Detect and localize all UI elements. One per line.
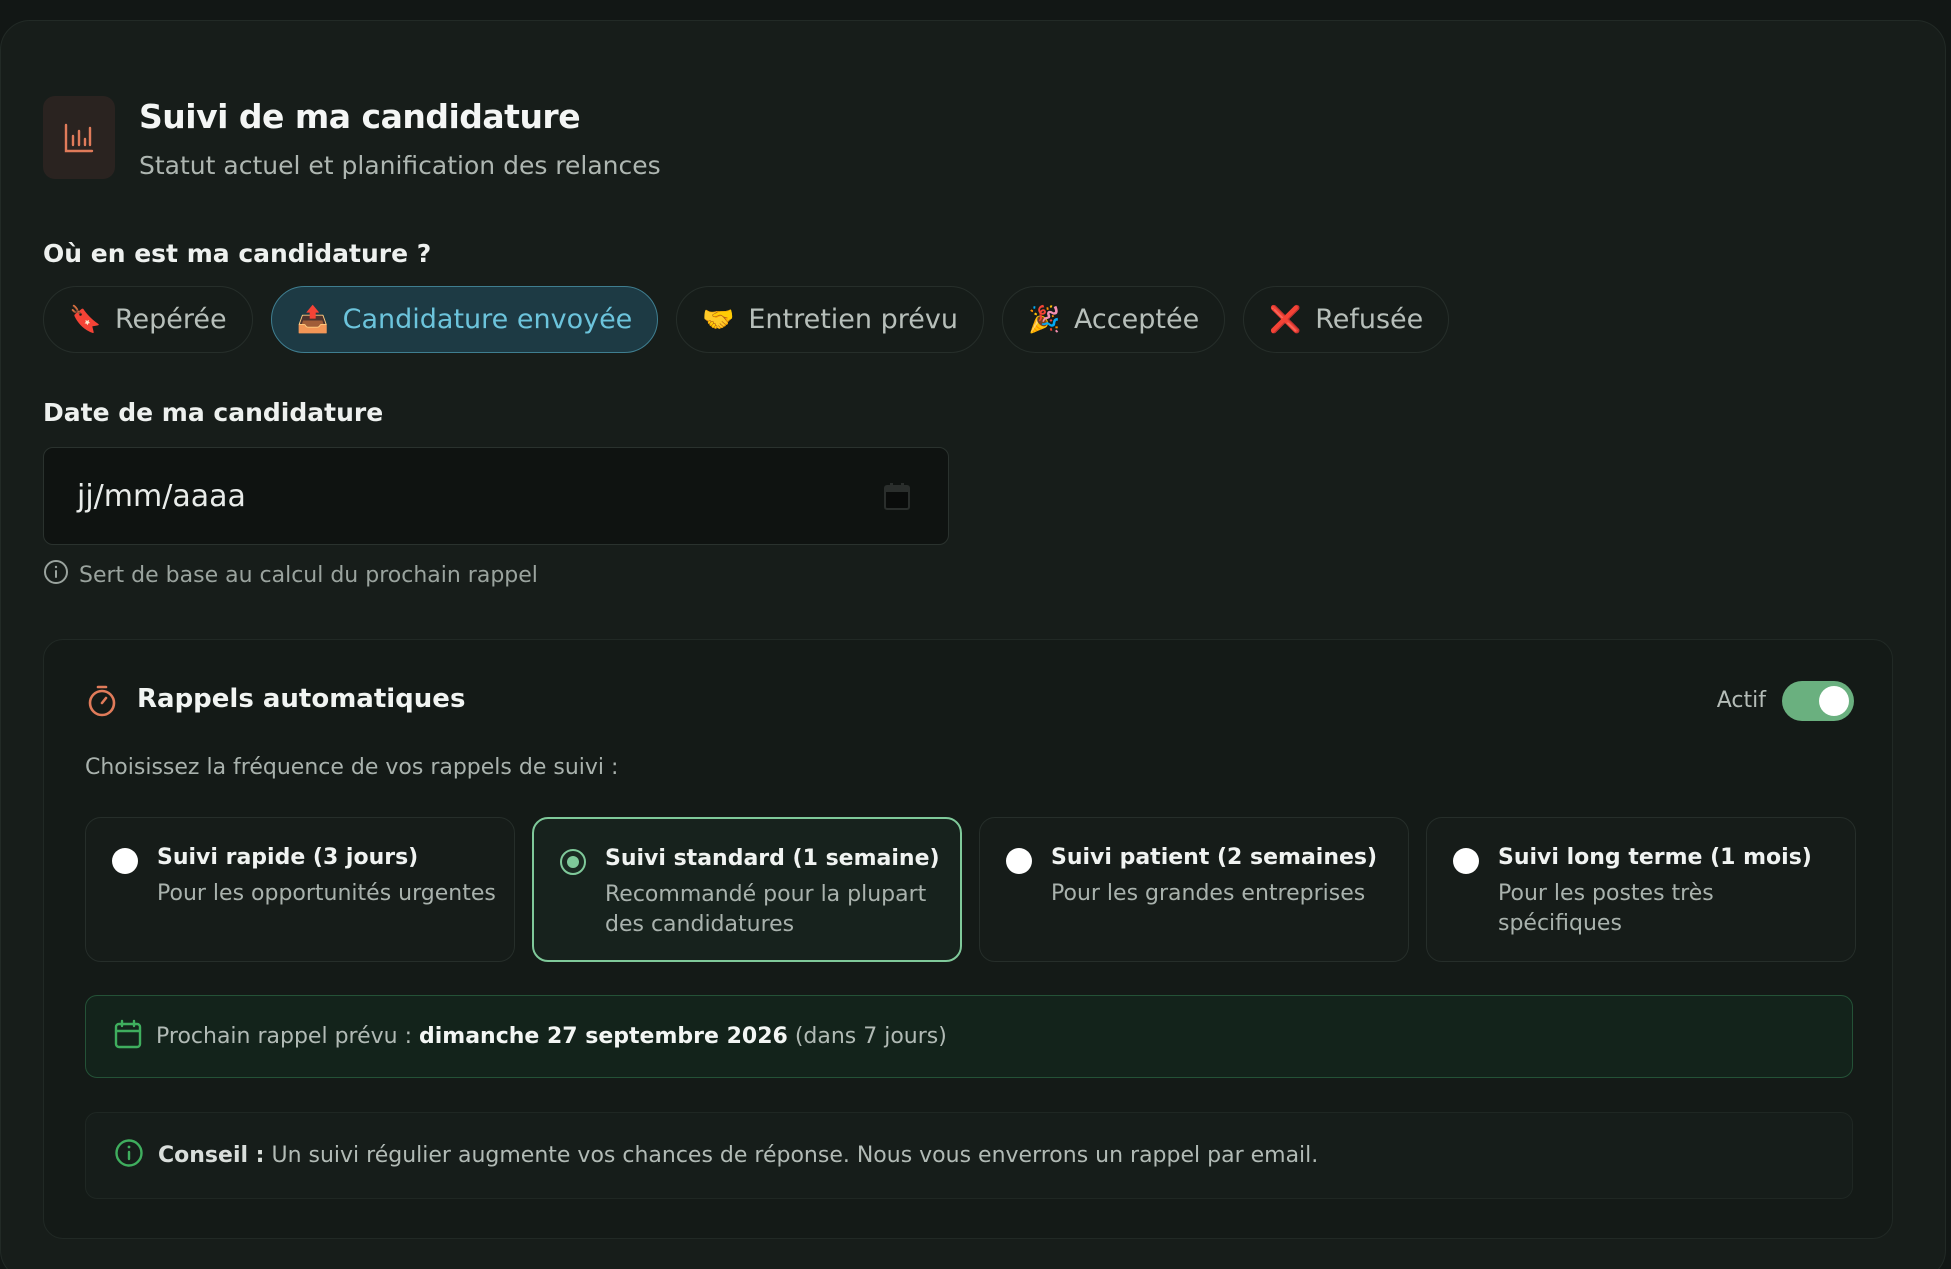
next-reminder-suffix: (dans 7 jours) [794,1024,947,1049]
handshake-icon: 🤝 [702,304,735,335]
reminders-toggle[interactable] [1782,681,1854,721]
radio-button-selected[interactable] [560,849,586,875]
page-subtitle: Statut actuel et planification des relan… [139,151,661,180]
option-title: Suivi patient (2 semaines) [1051,845,1378,870]
date-placeholder: jj/mm/aaaa [77,478,246,514]
status-chip-label: Candidature envoyée [342,304,633,335]
tip-label: Conseil : [158,1143,265,1168]
frequency-option-standard[interactable]: Suivi standard (1 semaine) Recommandé po… [532,817,962,962]
option-description: Pour les postes très spécifiques [1498,881,1714,936]
calendar-icon [114,1019,142,1055]
status-chip-label: Acceptée [1073,304,1200,335]
tip-text: Un suivi régulier augmente vos chances d… [271,1143,1319,1168]
frequency-label: Choisissez la fréquence de vos rappels d… [85,755,619,780]
frequency-options: Suivi rapide (3 jours) Pour les opportun… [85,817,1856,962]
date-field[interactable]: jj/mm/aaaa [43,447,949,545]
status-chip-label: Repérée [115,304,227,335]
status-chip-candidature-envoyee[interactable]: 📤 Candidature envoyée [270,286,659,353]
calendar-icon[interactable] [884,482,910,518]
frequency-option-long-terme[interactable]: Suivi long terme (1 mois) Pour les poste… [1426,817,1856,962]
next-reminder-date: dimanche 27 septembre 2026 [419,1024,788,1049]
next-reminder-prefix: Prochain rappel prévu : [156,1024,412,1049]
toggle-knob [1819,686,1849,716]
reminders-title: Rappels automatiques [137,684,466,714]
reminders-panel: Rappels automatiques Actif Choisissez la… [43,639,1893,1239]
tip-banner: Conseil : Un suivi régulier augmente vos… [85,1112,1853,1199]
date-hint-text: Sert de base au calcul du prochain rappe… [79,562,538,588]
status-chip-label: Refusée [1315,304,1424,335]
radio-button[interactable] [112,848,138,874]
next-reminder-banner: Prochain rappel prévu : dimanche 27 sept… [85,995,1853,1078]
party-popper-icon: 🎉 [1027,304,1061,335]
frequency-option-rapide[interactable]: Suivi rapide (3 jours) Pour les opportun… [85,817,515,962]
page-title: Suivi de ma candidature [139,97,581,136]
cross-mark-icon: ❌ [1269,304,1302,335]
option-title: Suivi rapide (3 jours) [157,845,419,870]
option-title: Suivi long terme (1 mois) [1498,845,1812,870]
date-hint: Sert de base au calcul du prochain rappe… [43,559,538,591]
status-chip-label: Entretien prévu [748,304,958,335]
outbox-icon: 📤 [296,304,330,335]
status-chip-acceptee[interactable]: 🎉 Acceptée [1001,286,1226,353]
bookmark-icon: 🔖 [69,304,102,335]
date-label: Date de ma candidature [43,398,384,427]
option-title: Suivi standard (1 semaine) [605,846,940,871]
option-description: Pour les grandes entreprises [1051,881,1366,906]
info-icon [43,559,69,591]
chart-bars-icon [43,96,115,179]
status-chips: 🔖 Repérée 📤 Candidature envoyée 🤝 Entret… [43,286,1450,353]
status-chip-refusee[interactable]: ❌ Refusée [1243,286,1450,353]
status-chip-entretien-prevu[interactable]: 🤝 Entretien prévu [676,286,984,353]
application-tracking-card: Suivi de ma candidature Statut actuel et… [0,20,1946,1269]
status-label: Où en est ma candidature ? [43,239,432,268]
toggle-label: Actif [1716,688,1766,713]
radio-button[interactable] [1453,848,1479,874]
timer-icon [86,684,118,722]
frequency-option-patient[interactable]: Suivi patient (2 semaines) Pour les gran… [979,817,1409,962]
radio-button[interactable] [1006,848,1032,874]
info-icon [114,1138,144,1174]
option-description: Pour les opportunités urgentes [157,881,496,906]
status-chip-reperee[interactable]: 🔖 Repérée [43,286,253,353]
option-description: Recommandé pour la plupart des candidatu… [605,882,927,937]
